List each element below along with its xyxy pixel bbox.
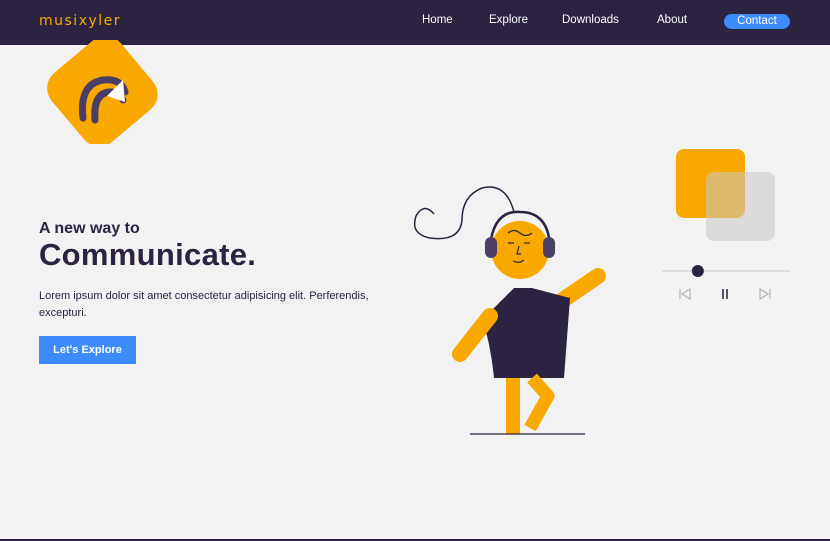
hero-subtitle: A new way to [39, 220, 140, 237]
progress-slider-knob[interactable] [691, 265, 704, 277]
next-icon[interactable] [759, 287, 771, 301]
app-logo-icon [45, 36, 161, 148]
nav-home-link[interactable]: Home [422, 14, 453, 26]
pause-icon[interactable] [722, 289, 728, 299]
music-player [660, 260, 792, 314]
album-cards-decoration [670, 145, 780, 249]
navbar: musixyler Home Explore Downloads About C… [0, 0, 830, 45]
hero-title: Communicate. [39, 237, 257, 272]
nav-downloads-link[interactable]: Downloads [562, 14, 619, 26]
nav-contact-button[interactable]: Contact [724, 14, 790, 29]
person-with-headphones-illustration [410, 180, 610, 444]
nav-explore-link[interactable]: Explore [489, 14, 528, 26]
previous-icon[interactable] [679, 287, 691, 301]
explore-button[interactable]: Let's Explore [39, 336, 136, 364]
brand-logo-text[interactable]: musixyler [39, 13, 121, 29]
hero-description: Lorem ipsum dolor sit amet consectetur a… [39, 290, 369, 319]
nav-about-link[interactable]: About [657, 14, 687, 26]
